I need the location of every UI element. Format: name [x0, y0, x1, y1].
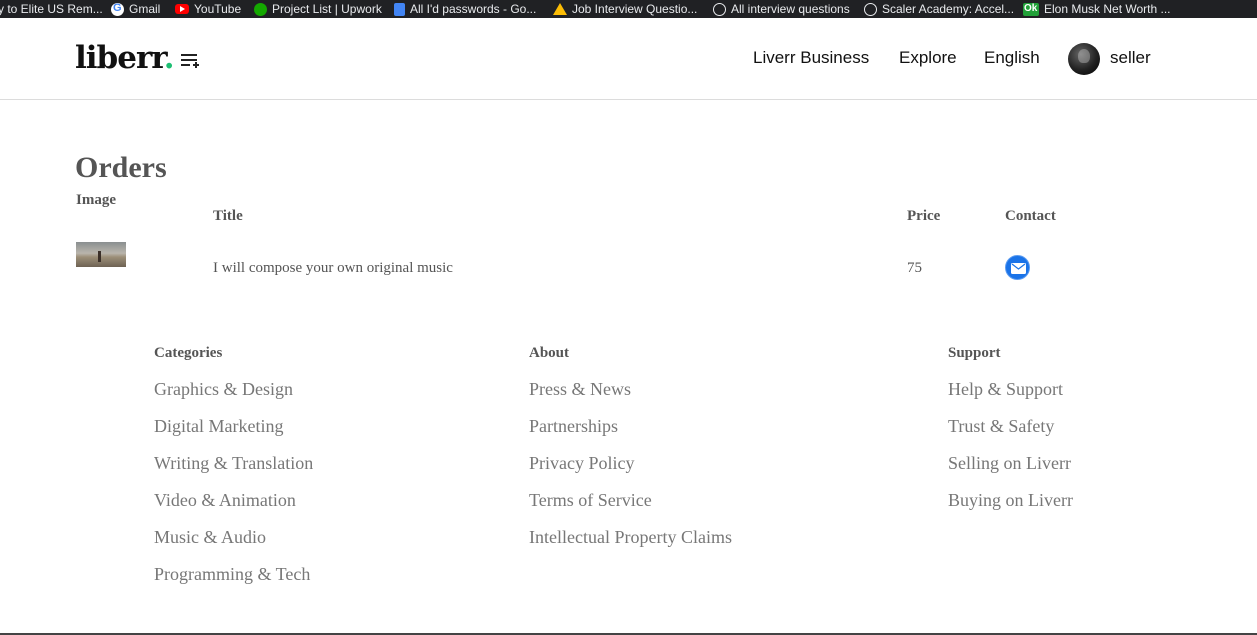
- logo-dot: .: [163, 40, 175, 76]
- bookmark-label: y to Elite US Rem...: [0, 2, 103, 16]
- footer-link-ip-claims[interactable]: Intellectual Property Claims: [529, 527, 732, 548]
- logo-text: liberr: [75, 40, 165, 76]
- footer-link-partnerships[interactable]: Partnerships: [529, 416, 618, 437]
- bookmark-label: Project List | Upwork: [272, 2, 382, 16]
- bookmark-label: Elon Musk Net Worth ...: [1044, 2, 1171, 16]
- footer-link-digital-marketing[interactable]: Digital Marketing: [154, 416, 283, 437]
- bookmark-label: Job Interview Questio...: [572, 2, 698, 16]
- google-drive-icon: [553, 3, 567, 15]
- footer-link-video-animation[interactable]: Video & Animation: [154, 490, 296, 511]
- menu-plus-icon[interactable]: [180, 52, 200, 70]
- page-title: Orders: [75, 151, 167, 184]
- youtube-icon: [175, 4, 189, 14]
- footer-link-music-audio[interactable]: Music & Audio: [154, 527, 266, 548]
- footer-link-programming-tech[interactable]: Programming & Tech: [154, 564, 310, 585]
- bookmark-label: Scaler Academy: Accel...: [882, 2, 1015, 16]
- column-header-title: Title: [213, 208, 243, 224]
- bookmark-label: All interview questions: [731, 2, 850, 16]
- bookmark-label: YouTube: [194, 2, 242, 16]
- bookmark-label: All I'd passwords - Go...: [410, 2, 537, 16]
- nav-language[interactable]: English: [984, 48, 1040, 68]
- bookmark-gmail[interactable]: Gmail: [111, 0, 160, 18]
- ok-icon: [1023, 2, 1039, 16]
- order-thumbnail: [76, 242, 126, 267]
- nav-liverr-business[interactable]: Liverr Business: [753, 48, 869, 68]
- bookmark-job-interview[interactable]: Job Interview Questio...: [553, 0, 697, 18]
- footer-heading-support: Support: [948, 345, 1001, 361]
- google-docs-icon: [394, 2, 405, 16]
- bookmarks-bar: y to Elite US Rem... Gmail YouTube Proje…: [0, 0, 1257, 18]
- footer-link-press-news[interactable]: Press & News: [529, 379, 631, 400]
- footer-link-selling-on-liverr[interactable]: Selling on Liverr: [948, 453, 1071, 474]
- bookmark-interview-questions[interactable]: All interview questions: [713, 0, 850, 18]
- bookmark-elite-us[interactable]: y to Elite US Rem...: [0, 0, 103, 18]
- column-header-image: Image: [76, 192, 116, 208]
- footer-link-help-support[interactable]: Help & Support: [948, 379, 1063, 400]
- logo[interactable]: liberr.: [75, 40, 175, 76]
- order-title: I will compose your own original music: [213, 260, 453, 276]
- bookmark-passwords-doc[interactable]: All I'd passwords - Go...: [394, 0, 536, 18]
- footer-link-graphics-design[interactable]: Graphics & Design: [154, 379, 293, 400]
- upwork-icon: [254, 2, 267, 16]
- globe-icon: [864, 2, 877, 16]
- bookmark-elon-musk[interactable]: Elon Musk Net Worth ...: [1023, 0, 1171, 18]
- navbar: liberr. Liverr Business Explore English …: [0, 18, 1257, 100]
- bookmark-scaler[interactable]: Scaler Academy: Accel...: [864, 0, 1014, 18]
- nav-explore[interactable]: Explore: [899, 48, 957, 68]
- globe-icon: [713, 2, 726, 16]
- footer-link-writing-translation[interactable]: Writing & Translation: [154, 453, 313, 474]
- bookmark-upwork[interactable]: Project List | Upwork: [254, 0, 382, 18]
- contact-button[interactable]: [1005, 255, 1030, 280]
- footer-heading-categories: Categories: [154, 345, 223, 361]
- avatar[interactable]: [1068, 43, 1100, 75]
- bookmark-label: Gmail: [129, 2, 161, 16]
- nav-username[interactable]: seller: [1110, 48, 1151, 68]
- footer-link-trust-safety[interactable]: Trust & Safety: [948, 416, 1054, 437]
- column-header-contact: Contact: [1005, 208, 1056, 224]
- bookmark-youtube[interactable]: YouTube: [175, 0, 241, 18]
- order-price: 75: [907, 260, 922, 276]
- google-icon: [111, 2, 124, 16]
- footer-link-buying-on-liverr[interactable]: Buying on Liverr: [948, 490, 1073, 511]
- footer-link-terms-of-service[interactable]: Terms of Service: [529, 490, 652, 511]
- footer-link-privacy-policy[interactable]: Privacy Policy: [529, 453, 635, 474]
- footer-heading-about: About: [529, 345, 570, 361]
- mail-icon: [1011, 263, 1026, 274]
- column-header-price: Price: [907, 208, 941, 224]
